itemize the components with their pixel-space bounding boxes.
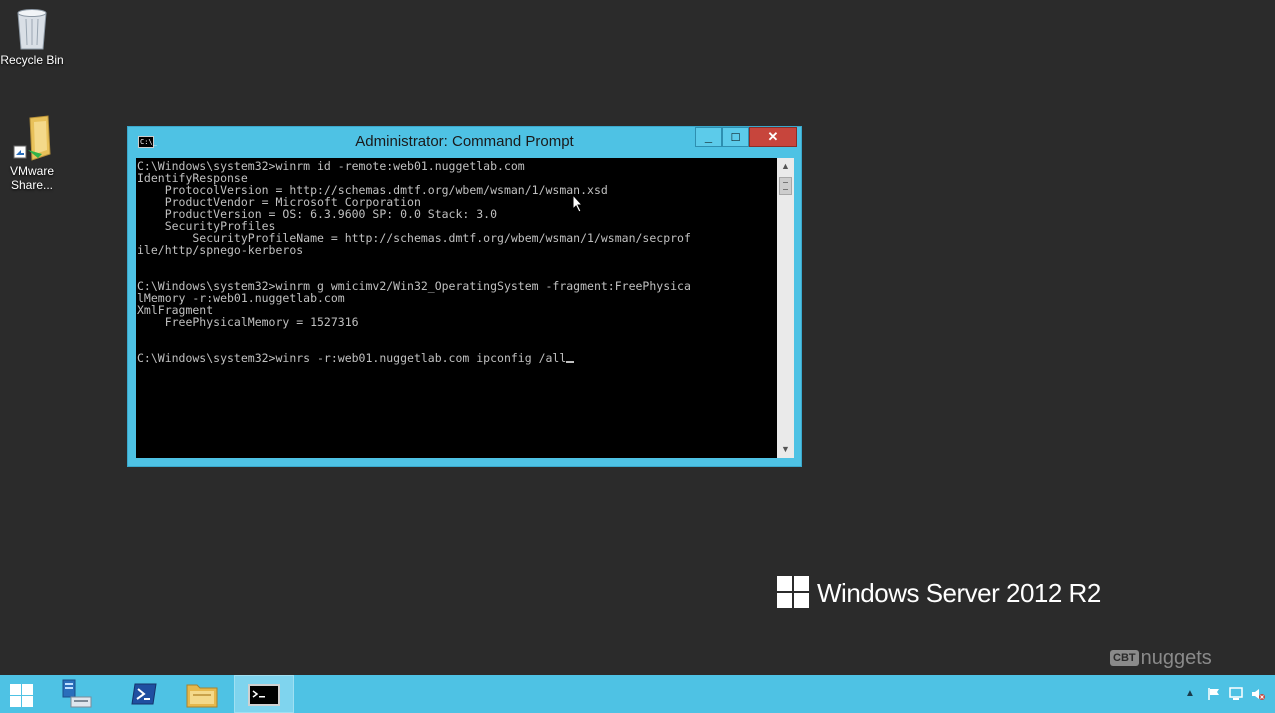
start-button[interactable] [0,675,44,713]
network-icon[interactable] [1229,687,1243,701]
command-prompt-icon [248,684,280,706]
recycle-bin-icon [8,3,56,51]
text-cursor [566,361,575,363]
console-line: C:\Windows\system32>winrs -r:web01.nugge… [137,351,567,365]
command-prompt-window[interactable]: C:\_ Administrator: Command Prompt _ □ ✕… [127,126,802,467]
recycle-bin-label: Recycle Bin [0,53,64,67]
folder-icon [186,684,218,708]
minimize-button[interactable]: _ [695,127,722,147]
scrollbar-thumb[interactable] [779,177,792,195]
windows-logo-icon [777,576,809,608]
taskbar-command-prompt[interactable] [234,675,294,713]
os-name: Windows Server 2012 R2 [817,578,1101,608]
scroll-up-arrow-icon[interactable]: ▲ [777,158,794,175]
console-text: C:\Windows\system32>winrm id -remote:web… [136,158,777,364]
windows-start-icon [10,684,34,708]
system-tray: ▲ [1185,675,1275,713]
vmware-shared-label: VMware Share... [9,164,54,192]
console-line: ile/http/spnego-kerberos [137,243,304,257]
watermark-text: nuggets [1140,647,1212,669]
desktop-icon-recycle-bin[interactable]: Recycle Bin [0,3,68,67]
console-output[interactable]: C:\Windows\system32>winrm id -remote:web… [136,158,777,458]
vertical-scrollbar[interactable]: ▲ ▼ [777,158,794,458]
powershell-icon [131,683,157,705]
desktop-icon-vmware-shared[interactable]: VMware Share... [0,114,68,192]
mouse-pointer-icon [572,194,584,213]
watermark-box: CBT [1110,650,1139,666]
taskbar-file-explorer[interactable] [172,675,232,713]
close-icon: ✕ [767,129,779,144]
window-titlebar[interactable]: C:\_ Administrator: Command Prompt _ □ ✕ [128,127,801,157]
volume-muted-icon[interactable] [1251,687,1265,701]
taskbar-server-manager[interactable] [48,675,108,713]
close-button[interactable]: ✕ [749,127,797,147]
shared-folder-icon [8,114,56,162]
taskbar-powershell[interactable] [114,675,174,713]
taskbar: ▲ [0,675,1275,713]
console-line: FreePhysicalMemory = 1527316 [137,315,359,329]
show-hidden-icons-icon[interactable]: ▲ [1185,687,1199,701]
scroll-down-arrow-icon[interactable]: ▼ [777,441,794,458]
cbt-nuggets-watermark: CBT nuggets [1110,647,1212,670]
maximize-icon: □ [731,129,740,144]
action-center-flag-icon[interactable] [1207,687,1221,701]
minimize-icon: _ [704,129,713,144]
maximize-button[interactable]: □ [722,127,749,147]
server-manager-icon [62,679,92,708]
